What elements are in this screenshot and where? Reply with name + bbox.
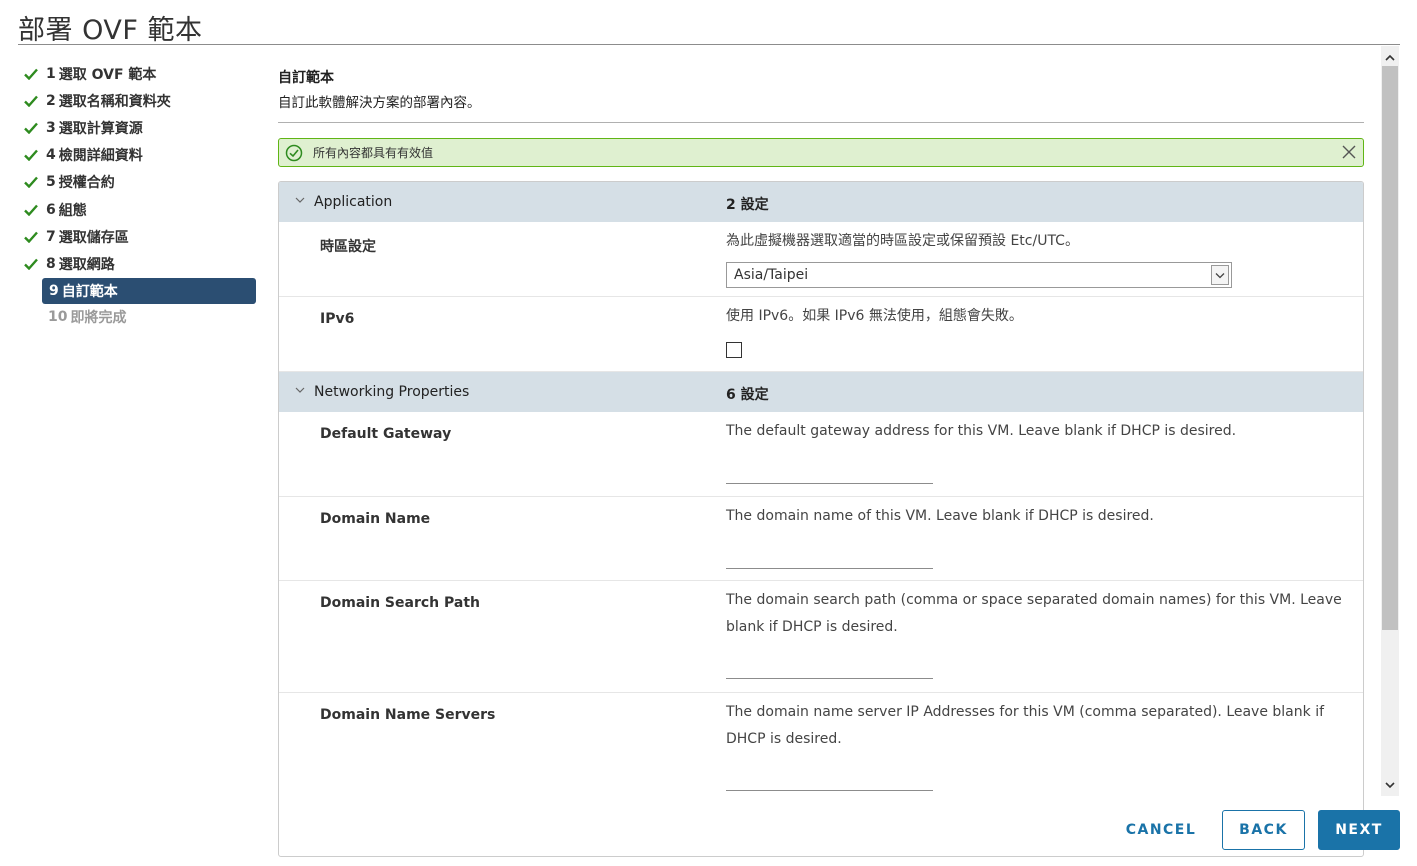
section-title: 自訂範本 [278,70,334,86]
step-label: 選取計算資源 [58,120,143,137]
step-4[interactable]: 4 檢閱詳細資料 [24,142,264,169]
property-description: The domain name of this VM. Leave blank … [726,508,1154,524]
step-number: 6 [46,201,56,218]
step-label: 自訂範本 [61,283,118,300]
property-description: The domain name server IP Addresses for … [726,704,1325,747]
property-label: IPv6 [320,311,355,327]
step-label: 選取儲存區 [58,229,129,246]
step-label: 選取網路 [58,256,115,273]
step-number: 4 [46,147,56,164]
scroll-up-arrow-icon[interactable] [1384,48,1396,67]
chevron-down-icon[interactable] [295,386,305,394]
step-label: 即將完成 [70,310,127,327]
step-number: 10 [48,309,68,326]
page-title: 部署 OVF 範本 [18,15,203,46]
alert-text: 所有內容都具有有效值 [313,146,434,160]
default-gateway-input[interactable] [726,462,933,484]
property-row-timezone: 時區設定 為此虛擬機器選取適當的時區設定或保留預設 Etc/UTC。 Asia/… [279,222,1363,297]
property-description: 使用 IPv6。如果 IPv6 無法使用，組態會失敗。 [726,308,1023,324]
property-row-ipv6: IPv6 使用 IPv6。如果 IPv6 無法使用，組態會失敗。 [279,297,1363,372]
chevron-down-icon[interactable] [295,196,305,204]
property-label: Default Gateway [320,426,452,442]
checkmark-icon [24,229,46,245]
scroll-down-arrow-icon[interactable] [1384,775,1396,794]
step-5[interactable]: 5 授權合約 [24,169,264,196]
vertical-scrollbar[interactable] [1381,46,1399,796]
step-10: 10 即將完成 [24,304,264,331]
timezone-select[interactable]: Asia/Taipei [726,262,1232,288]
group-header-networking[interactable]: Networking Properties 6 設定 [279,372,1363,412]
step-3[interactable]: 3 選取計算資源 [24,114,264,141]
scrollbar-thumb[interactable] [1382,66,1398,630]
group-name: Networking Properties [314,384,470,400]
step-7[interactable]: 7 選取儲存區 [24,223,264,250]
checkmark-icon [24,256,46,272]
property-label: Domain Name [320,511,431,527]
property-row-domain-name-servers: Domain Name Servers The domain name serv… [279,693,1363,805]
property-description: 為此虛擬機器選取適當的時區設定或保留預設 Etc/UTC。 [726,233,1079,249]
property-description: The domain search path (comma or space s… [726,592,1342,635]
step-label: 組態 [58,202,87,219]
step-label: 授權合約 [58,175,115,192]
step-number: 1 [46,65,56,82]
step-number: 3 [46,119,56,136]
checkmark-icon [24,174,46,190]
domain-name-servers-input[interactable] [726,769,933,791]
validation-alert: 所有內容都具有有效值 [278,138,1364,167]
property-label: Domain Name Servers [320,707,496,723]
chevron-down-icon[interactable] [1211,265,1229,285]
property-row-domain-search-path: Domain Search Path The domain search pat… [279,581,1363,693]
back-button[interactable]: BACK [1222,810,1305,850]
step-2[interactable]: 2 選取名稱和資料夾 [24,87,264,114]
step-8[interactable]: 8 選取網路 [24,250,264,277]
property-description: The default gateway address for this VM.… [726,423,1237,439]
step-6[interactable]: 6 組態 [24,196,264,223]
checkmark-icon [24,93,46,109]
checkmark-icon [24,120,46,136]
close-icon[interactable] [1341,144,1357,160]
domain-name-input[interactable] [726,547,933,569]
section-divider [278,122,1364,123]
step-label: 檢閱詳細資料 [58,148,143,165]
properties-panel: Application 2 設定 時區設定 為此虛擬機器選取適當的時區設定或保留… [278,181,1364,857]
timezone-selected-value: Asia/Taipei [734,267,809,283]
domain-search-path-input[interactable] [726,657,933,679]
property-label: Domain Search Path [320,595,480,611]
main-content: 自訂範本 自訂此軟體解決方案的部署內容。 所有內容都具有有效值 Applicat… [278,60,1364,857]
step-number: 2 [46,92,56,109]
section-subtitle: 自訂此軟體解決方案的部署內容。 [278,95,481,111]
step-number: 9 [49,282,59,299]
step-number: 5 [46,174,56,191]
group-name: Application [314,194,393,210]
wizard-steps: 1 選取 OVF 範本 2 選取名稱和資料夾 3 選取計算資源 4 檢閱詳細資料… [24,60,264,331]
step-1[interactable]: 1 選取 OVF 範本 [24,60,264,87]
property-row-default-gateway: Default Gateway The default gateway addr… [279,412,1363,497]
step-label: 選取 OVF 範本 [58,66,157,83]
checkmark-icon [24,66,46,82]
next-button[interactable]: NEXT [1318,810,1400,850]
cancel-button[interactable]: CANCEL [1116,810,1206,850]
group-count: 6 設定 [726,387,769,403]
title-divider [18,44,1400,45]
checkmark-icon [24,202,46,218]
checkmark-icon [24,147,46,163]
step-9-active[interactable]: 9 自訂範本 [42,277,256,304]
property-label: 時區設定 [320,239,376,255]
group-count: 2 設定 [726,197,769,213]
step-number: 7 [46,228,56,245]
success-circle-icon [285,144,303,162]
property-row-domain-name: Domain Name The domain name of this VM. … [279,497,1363,581]
ipv6-checkbox[interactable] [726,342,742,358]
group-header-application[interactable]: Application 2 設定 [279,182,1363,222]
step-label: 選取名稱和資料夾 [58,93,171,110]
step-number: 8 [46,255,56,272]
